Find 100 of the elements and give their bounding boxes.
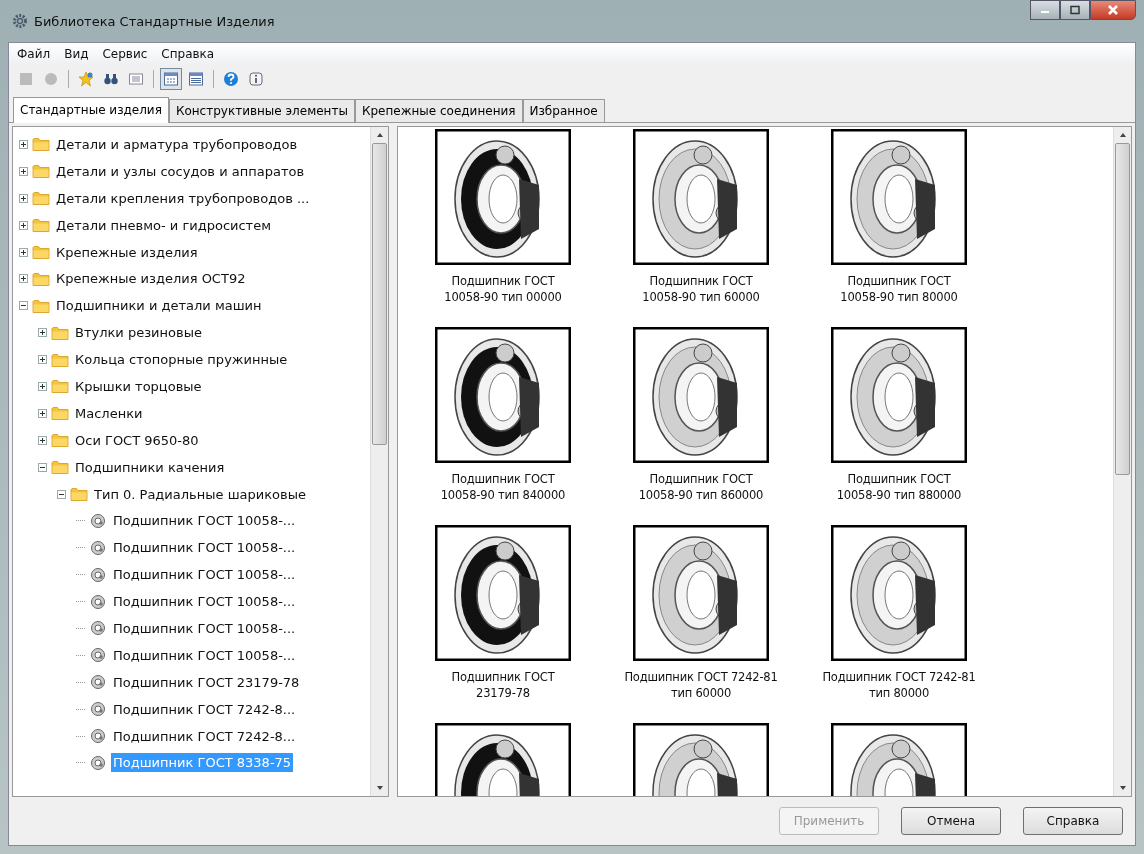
expand-icon[interactable] (19, 274, 28, 284)
tree-item[interactable]: Кольца стопорные пружинные (73, 350, 290, 370)
tree-item[interactable]: Подшипник ГОСТ 10058-... (111, 618, 298, 638)
folder-icon (51, 378, 69, 395)
tree-item[interactable]: Подшипник ГОСТ 10058-... (111, 645, 298, 665)
shielded-bearing-drawing[interactable] (831, 327, 967, 463)
item-caption: Подшипник ГОСТ 10058-90 тип 00000 (444, 273, 562, 305)
scroll-up-icon[interactable] (375, 132, 384, 138)
menu-item[interactable]: Справка (161, 47, 215, 61)
tree-item[interactable]: Подшипник ГОСТ 10058-... (111, 511, 298, 531)
tree-item[interactable]: Подшипники и детали машин (54, 296, 264, 316)
open-bearing-drawing[interactable] (435, 525, 571, 661)
tree-item[interactable]: Подшипник ГОСТ 10058-... (111, 565, 298, 585)
item-caption: Подшипник ГОСТ 10058-90 тип 880000 (836, 471, 962, 503)
toolbar-grid-view-icon[interactable] (160, 68, 182, 90)
shielded-bearing-drawing[interactable] (831, 525, 967, 661)
item-caption: Подшипник ГОСТ 23179-78 (451, 669, 555, 701)
tree-item[interactable]: Детали пневмо- и гидросистем (54, 215, 273, 235)
collapse-icon[interactable] (57, 489, 66, 499)
expand-icon[interactable] (38, 408, 47, 418)
folder-icon (32, 190, 50, 207)
expand-icon[interactable] (19, 139, 28, 149)
bearing-icon (89, 647, 107, 664)
collapse-icon[interactable] (38, 462, 47, 472)
expand-icon[interactable] (38, 355, 47, 365)
tab[interactable]: Стандартные изделия (13, 97, 169, 123)
tree-item[interactable]: Детали и арматура трубопроводов (54, 134, 300, 154)
bearing-icon (89, 754, 107, 771)
dialog-button[interactable]: Отмена (901, 807, 1001, 835)
expand-icon[interactable] (38, 381, 47, 391)
tree-item[interactable]: Детали крепления трубопроводов ... (54, 188, 312, 208)
tree-item[interactable]: Подшипник ГОСТ 7242-8... (111, 726, 298, 746)
expand-icon[interactable] (19, 247, 28, 257)
folder-icon (32, 163, 50, 180)
dialog-button[interactable]: Справка (1023, 807, 1123, 835)
folder-icon (51, 324, 69, 341)
expand-icon[interactable] (38, 328, 47, 338)
item-caption: Подшипник ГОСТ 10058-90 тип 860000 (638, 471, 764, 503)
item-caption: Подшипник ГОСТ 7242-81 тип 80000 (822, 669, 976, 701)
item-caption: Подшипник ГОСТ 7242-81 тип 60000 (624, 669, 778, 701)
tree-item[interactable]: Оси ГОСТ 9650-80 (73, 430, 201, 450)
collapse-icon[interactable] (19, 301, 28, 311)
menu-item[interactable]: Файл (17, 47, 51, 61)
item-caption: Подшипник ГОСТ 10058-90 тип 840000 (440, 471, 566, 503)
tree-item[interactable]: Крепежные изделия ОСТ92 (54, 269, 248, 289)
shielded-bearing-drawing[interactable] (831, 129, 967, 265)
folder-icon (32, 244, 50, 260)
scroll-down-icon[interactable] (375, 785, 384, 791)
folder-icon (32, 270, 50, 287)
folder-icon (51, 459, 69, 476)
shielded-bearing-drawing[interactable] (633, 525, 769, 661)
folder-icon (51, 351, 69, 368)
tree-item[interactable]: Крепежные изделия (54, 242, 200, 262)
gear-icon (12, 13, 28, 29)
tab[interactable]: Избранное (522, 99, 605, 122)
window-title: Библиотека Стандартные Изделия (34, 13, 275, 29)
tree-item[interactable]: Втулки резиновые (73, 323, 204, 343)
tab[interactable]: Крепежные соединения (354, 99, 523, 122)
expand-icon[interactable] (19, 220, 28, 230)
folder-icon (32, 217, 50, 234)
bearing-icon (89, 674, 107, 691)
bearing-icon (89, 728, 107, 745)
shielded-bearing-drawing[interactable] (633, 327, 769, 463)
shielded-bearing-drawing[interactable] (633, 129, 769, 265)
tree-item[interactable]: Тип 0. Радиальные шариковые (92, 484, 308, 504)
tree-item[interactable]: Подшипники качения (73, 457, 227, 477)
tree-item[interactable]: Подшипник ГОСТ 7242-8... (111, 699, 298, 719)
expand-icon[interactable] (38, 435, 47, 445)
tree-item[interactable]: Подшипник ГОСТ 23179-78 (111, 672, 302, 692)
scroll-up-icon[interactable] (1118, 132, 1127, 138)
maximize-icon (1069, 5, 1081, 15)
folder-icon (70, 486, 88, 502)
open-bearing-drawing[interactable] (435, 327, 571, 463)
close-icon (1107, 5, 1119, 15)
menu-item[interactable]: Сервис (102, 47, 148, 61)
menu-item[interactable]: Вид (64, 47, 89, 61)
bearing-icon (89, 701, 107, 718)
folder-icon (32, 136, 50, 153)
expand-icon[interactable] (19, 166, 28, 176)
tree-item[interactable]: Подшипник ГОСТ 10058-... (111, 592, 298, 612)
minimize-button[interactable] (1030, 0, 1060, 20)
scroll-down-icon[interactable] (1118, 785, 1127, 791)
scrollbar[interactable] (1113, 127, 1131, 796)
tree-item[interactable]: Детали и узлы сосудов и аппаратов (54, 161, 307, 181)
tree-item[interactable]: Крышки торцовые (73, 376, 204, 396)
folder-icon (51, 405, 69, 422)
scrollbar[interactable] (370, 127, 388, 796)
tab[interactable]: Конструктивные элементы (168, 99, 355, 122)
bearing-icon (89, 539, 107, 556)
bearing-icon (89, 566, 107, 583)
open-bearing-drawing[interactable] (435, 129, 571, 265)
tree-item[interactable]: Подшипник ГОСТ 10058-... (111, 538, 298, 558)
tree-item[interactable]: Масленки (73, 403, 145, 423)
maximize-button[interactable] (1060, 0, 1090, 20)
bearing-icon (89, 593, 107, 610)
folder-icon (32, 297, 50, 314)
bearing-icon (89, 512, 107, 529)
close-button[interactable] (1090, 0, 1136, 20)
expand-icon[interactable] (19, 193, 28, 203)
bearing-icon (89, 620, 107, 637)
